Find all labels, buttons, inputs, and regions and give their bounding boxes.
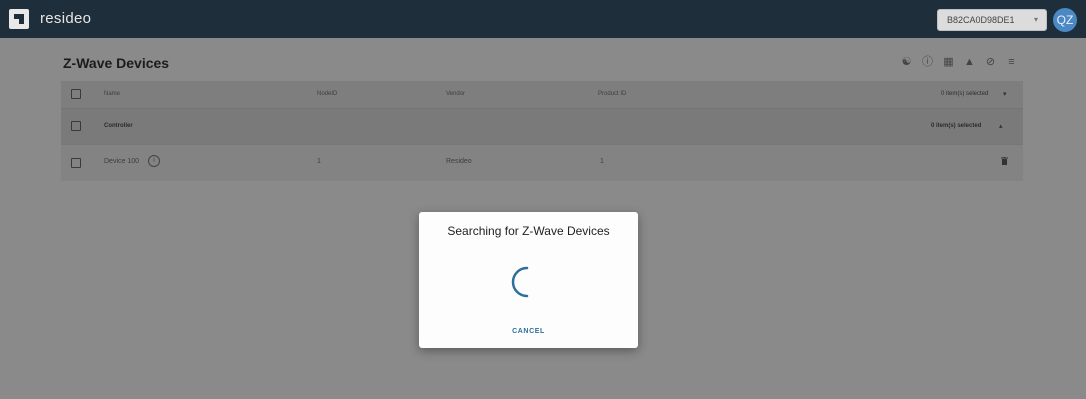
chevron-up-icon[interactable]: ▴	[999, 122, 1003, 130]
dialog-title: Searching for Z-Wave Devices	[447, 224, 610, 238]
loading-spinner-icon	[511, 266, 529, 298]
device-name: Device 100	[104, 158, 140, 165]
cancel-button[interactable]: CANCEL	[419, 328, 638, 335]
top-app-bar: resideo B82CA0D98DE1 ▾ QZ	[0, 0, 1086, 38]
devices-table: Name NodeID Vendor Product ID 0 item(s) …	[61, 81, 1023, 181]
playlist-add-icon[interactable]: ≡	[1005, 56, 1018, 69]
trash-icon[interactable]	[1001, 157, 1008, 165]
row-checkbox[interactable]	[71, 158, 81, 168]
column-header-name[interactable]: Name	[104, 91, 120, 97]
chevron-down-icon[interactable]: ▾	[1003, 90, 1007, 98]
info-icon[interactable]: ⓘ	[921, 56, 934, 69]
block-icon[interactable]: ⊘	[984, 56, 997, 69]
searching-dialog: Searching for Z-Wave Devices CANCEL	[419, 212, 638, 348]
chevron-down-icon: ▾	[1033, 15, 1038, 24]
table-row[interactable]: Device 100 i 1 Resideo 1	[61, 144, 1023, 181]
column-header-nodeid[interactable]: NodeID	[317, 91, 337, 97]
toolbar: ☯ ⓘ ▦ ▲ ⊘ ≡	[900, 56, 1018, 72]
graduation-cap-icon[interactable]: ▲	[963, 56, 976, 69]
group-checkbox[interactable]	[71, 121, 81, 131]
column-header-vendor[interactable]: Vendor	[446, 91, 465, 97]
resideo-logo-icon	[9, 9, 29, 29]
device-product-id: 1	[600, 158, 604, 165]
column-header-product-id[interactable]: Product ID	[598, 91, 626, 97]
page-title: Z-Wave Devices	[63, 55, 170, 71]
factory-icon[interactable]: ▦	[942, 56, 955, 69]
device-id-value: B82CA0D98DE1	[947, 15, 1015, 25]
select-all-checkbox[interactable]	[71, 89, 81, 99]
device-vendor: Resideo	[446, 158, 472, 165]
group-name: Controller	[104, 123, 133, 129]
header-selected-count: 0 item(s) selected	[941, 91, 989, 97]
device-node-id: 1	[317, 158, 321, 165]
info-icon[interactable]: i	[148, 155, 160, 167]
device-selector[interactable]: B82CA0D98DE1 ▾	[937, 9, 1047, 31]
group-row-controller[interactable]: Controller 0 item(s) selected ▴	[61, 108, 1023, 144]
user-avatar[interactable]: QZ	[1053, 8, 1077, 32]
table-header: Name NodeID Vendor Product ID 0 item(s) …	[61, 81, 1023, 108]
radio-signal-icon[interactable]: ☯	[900, 56, 913, 69]
brand-name: resideo	[40, 10, 92, 27]
group-selected-count: 0 item(s) selected	[931, 123, 982, 129]
